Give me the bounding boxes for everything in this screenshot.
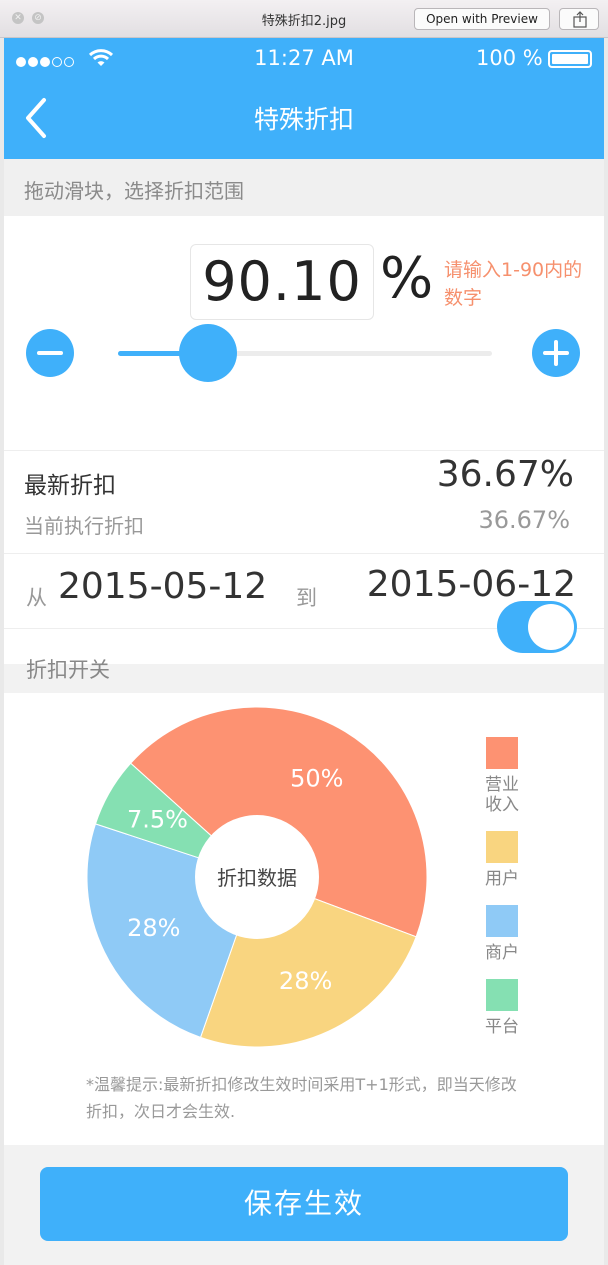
discount-chart-card: 50% 28% 28% 7.5% 折扣数据 营业收入用户商户平台 *温馨提示:最新折扣…: [4, 693, 604, 1145]
discount-switch-label: 折扣开关: [26, 658, 110, 682]
toggle-knob: [528, 604, 574, 650]
pie-slice-label: 28%: [279, 967, 332, 995]
nav-bar: 特殊折扣: [4, 76, 604, 159]
open-with-preview-button[interactable]: Open with Preview: [414, 8, 550, 30]
save-button[interactable]: 保存生效: [40, 1167, 568, 1241]
legend-swatch: [486, 979, 518, 1011]
current-discount-label: 当前执行折扣: [24, 514, 144, 538]
share-icon: [573, 11, 587, 28]
legend-label: 用户: [485, 869, 519, 889]
page-title: 特殊折扣: [253, 105, 354, 134]
latest-discount-value: 36.67%: [436, 454, 574, 495]
quicklook-toolbar: ✕ ⊘ 特殊折扣2.jpg Open with Preview: [0, 0, 608, 38]
legend-item: 用户: [480, 831, 524, 889]
pie-slice-label: 50%: [290, 765, 343, 793]
discount-range-tip: 请输入1-90内的数字: [444, 259, 583, 309]
legend-item: 营业收入: [480, 737, 524, 815]
save-bar: 保存生效: [4, 1145, 604, 1265]
pie-center-label: 折扣数据: [217, 866, 297, 890]
start-date[interactable]: 2015-05-12: [58, 566, 267, 607]
status-bar: 11:27 AM 100 %: [4, 38, 604, 76]
slider-hint: 拖动滑块，选择折扣范围: [4, 159, 604, 216]
pie-slice-label: 7.5%: [127, 805, 188, 833]
pie-slice-label: 28%: [127, 914, 180, 942]
legend-label: 平台: [485, 1017, 519, 1037]
discount-toggle[interactable]: [497, 601, 577, 653]
from-label: 从: [26, 586, 47, 610]
discount-pie-chart: 50% 28% 28% 7.5% 折扣数据: [86, 707, 428, 1048]
percent-sign: %: [380, 246, 434, 311]
discount-slider-track[interactable]: [118, 351, 492, 356]
latest-discount-label: 最新折扣: [24, 473, 116, 499]
legend-item: 平台: [480, 979, 524, 1037]
discount-settings-card: 90.10 % 请输入1-90内的数字 最新折扣 36.67% 当前执行折扣 3…: [4, 216, 604, 682]
battery-icon: [548, 50, 592, 68]
legend-swatch: [486, 905, 518, 937]
end-date[interactable]: 2015-06-12: [367, 564, 576, 605]
increase-button[interactable]: [532, 329, 580, 377]
discount-input[interactable]: 90.10: [190, 244, 374, 320]
legend-item: 商户: [480, 905, 524, 963]
decrease-button[interactable]: [26, 329, 74, 377]
discount-slider-thumb[interactable]: [178, 324, 237, 382]
chart-legend: 营业收入用户商户平台: [480, 737, 524, 1053]
divider: [4, 450, 604, 451]
divider: [4, 553, 604, 554]
phone-screen: 11:27 AM 100 % 特殊折扣 拖动滑块，选择折扣范围 90.10 % …: [4, 38, 604, 1265]
legend-swatch: [486, 737, 518, 769]
tip-note: *温馨提示:最新折扣修改生效时间采用T+1形式，即当天修改折扣，次日才会生效.: [86, 1075, 517, 1121]
current-discount-value: 36.67%: [478, 506, 570, 534]
legend-swatch: [486, 831, 518, 863]
battery-percent: 100 %: [476, 46, 543, 70]
legend-label: 商户: [485, 943, 519, 963]
legend-label: 营业收入: [485, 775, 519, 815]
share-button[interactable]: [559, 8, 599, 30]
to-label: 到: [296, 586, 317, 610]
